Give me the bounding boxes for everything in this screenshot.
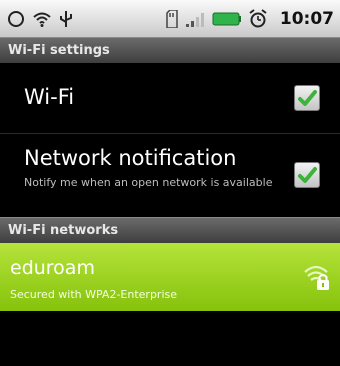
network-notification-checkbox[interactable] <box>294 162 320 188</box>
status-bar: 10:07 <box>0 0 340 37</box>
network-notification-label: Network notification <box>24 146 237 170</box>
network-item[interactable]: eduroam Secured with WPA2-Enterprise <box>0 243 340 311</box>
sync-icon <box>6 7 26 31</box>
section-header-wifi-networks: Wi-Fi networks <box>0 217 340 243</box>
checkmark-icon <box>298 90 317 106</box>
checkmark-icon <box>298 167 317 183</box>
wifi-label: Wi-Fi <box>24 85 75 109</box>
network-security: Secured with WPA2-Enterprise <box>10 288 178 301</box>
clock: 10:07 <box>279 8 334 29</box>
wifi-icon <box>32 7 52 31</box>
network-notification-summary: Notify me when an open network is availa… <box>24 176 273 189</box>
network-notification-row[interactable]: Network notification Notify me when an o… <box>0 134 340 216</box>
wifi-toggle-row[interactable]: Wi-Fi <box>0 63 340 133</box>
wifi-checkbox[interactable] <box>294 85 320 111</box>
signal-icon <box>184 7 206 31</box>
battery-icon <box>212 7 242 31</box>
usb-icon <box>58 7 74 31</box>
network-ssid: eduroam <box>10 257 95 279</box>
sd-card-icon <box>166 7 178 31</box>
section-header-wifi-settings: Wi-Fi settings <box>0 37 340 63</box>
wifi-lock-icon <box>304 265 329 290</box>
alarm-icon <box>248 7 268 31</box>
